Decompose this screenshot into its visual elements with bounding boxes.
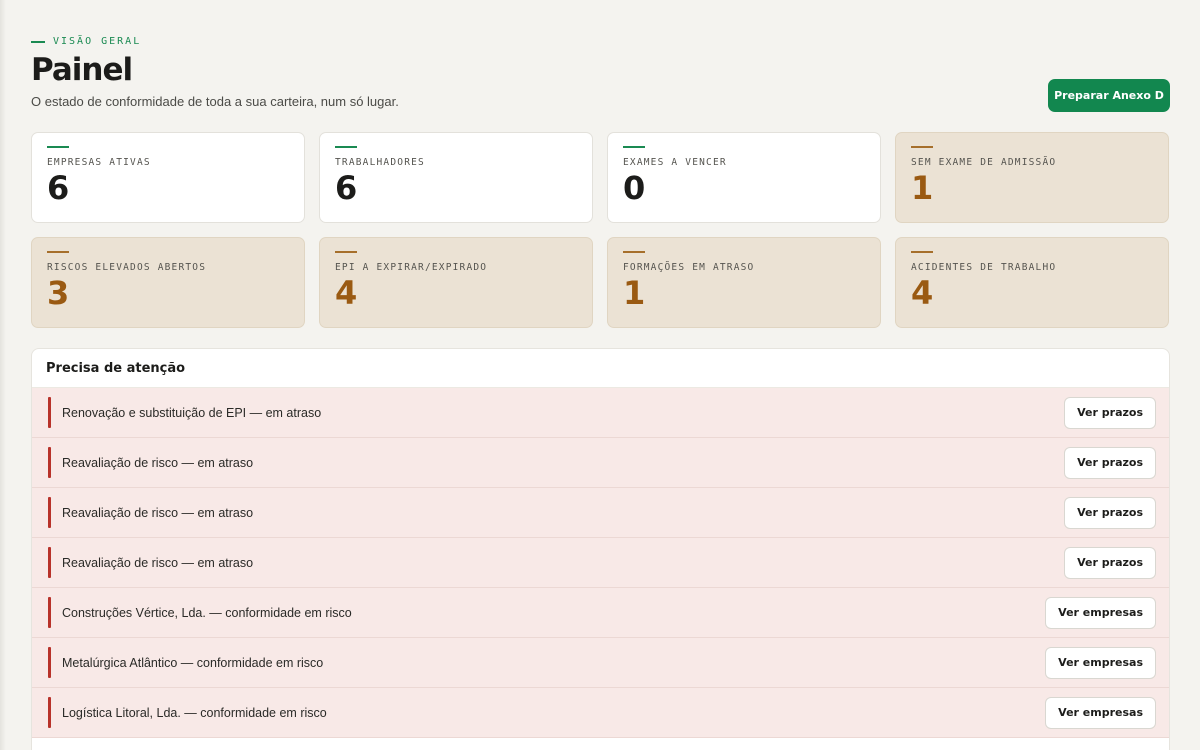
attention-item: Reavaliação de risco — em atraso Ver pra… [32,488,1169,538]
attention-item-content: Reavaliação de risco — em atraso [48,497,253,528]
stat-card-high-risks: RISCOS ELEVADOS ABERTOS 3 [31,237,305,328]
stat-card-workers: TRABALHADORES 6 [319,132,593,223]
attention-item-content: Renovação e substituição de EPI — em atr… [48,397,321,428]
stat-card-active-companies: EMPRESAS ATIVAS 6 [31,132,305,223]
stat-value: 1 [911,169,934,207]
stat-card-ppe-expiring: EPI A EXPIRAR/EXPIRADO 4 [319,237,593,328]
attention-item-content: Metalúrgica Atlântico — conformidade em … [48,647,323,678]
view-deadlines-button[interactable]: Ver prazos [1064,546,1156,579]
window-edge [0,0,6,750]
stat-value: 0 [623,169,646,207]
alert-bar [48,597,51,628]
attention-item: Metalúrgica Atlântico — conformidade em … [32,638,1169,688]
stat-accent-line [335,251,357,253]
stat-value: 6 [47,169,70,207]
stat-value: 4 [335,274,358,312]
stat-card-work-accidents: ACIDENTES DE TRABALHO 4 [895,237,1169,328]
stat-label: EMPRESAS ATIVAS [47,157,151,168]
view-companies-button[interactable]: Ver empresas [1045,596,1156,629]
alert-bar [48,447,51,478]
page-title: Painel [31,52,133,88]
attention-item-content: Logística Litoral, Lda. — conformidade e… [48,697,327,728]
attention-item-text: Reavaliação de risco — em atraso [62,505,254,520]
attention-title: Precisa de atenção [32,349,1169,388]
attention-item: Logística Litoral, Lda. — conformidade e… [32,688,1169,738]
alert-bar [48,397,51,428]
page-subtitle: O estado de conformidade de toda a sua c… [31,94,399,109]
attention-item: Renovação e substituição de EPI — em atr… [32,388,1169,438]
stat-label: EXAMES A VENCER [623,157,727,168]
stats-grid: EMPRESAS ATIVAS 6 TRABALHADORES 6 EXAMES… [31,132,1170,328]
view-deadlines-button[interactable]: Ver prazos [1064,496,1156,529]
stat-value: 3 [47,274,70,312]
alert-bar [48,497,51,528]
attention-item: Construções Vértice, Lda. — conformidade… [32,588,1169,638]
stat-accent-line [623,146,645,148]
prepare-annex-d-button[interactable]: Preparar Anexo D [1048,79,1170,112]
attention-item: Reavaliação de risco — em atraso Ver pra… [32,538,1169,588]
view-deadlines-button[interactable]: Ver prazos [1064,446,1156,479]
section-eyebrow: VISÃO GERAL [31,36,141,47]
alert-bar [48,647,51,678]
attention-item-content: Reavaliação de risco — em atraso [48,447,253,478]
stat-accent-line [911,146,933,148]
stat-label: EPI A EXPIRAR/EXPIRADO [335,262,488,273]
attention-item-text: Metalúrgica Atlântico — conformidade em … [62,655,324,670]
stat-card-exams-due: EXAMES A VENCER 0 [607,132,881,223]
stat-accent-line [335,146,357,148]
stat-accent-line [47,251,69,253]
stat-label: TRABALHADORES [335,157,425,168]
stat-card-no-admission-exam: SEM EXAME DE ADMISSÃO 1 [895,132,1169,223]
attention-panel: Precisa de atenção Renovação e substitui… [31,348,1170,750]
stat-label: FORMAÇÕES EM ATRASO [623,262,755,273]
stat-label: SEM EXAME DE ADMISSÃO [911,157,1057,168]
view-deadlines-button[interactable]: Ver prazos [1064,396,1156,429]
stat-card-overdue-training: FORMAÇÕES EM ATRASO 1 [607,237,881,328]
alert-bar [48,547,51,578]
stat-accent-line [623,251,645,253]
stat-value: 1 [623,274,646,312]
attention-item-text: Logística Litoral, Lda. — conformidade e… [62,705,327,720]
attention-item: Reavaliação de risco — em atraso Ver pra… [32,438,1169,488]
stat-accent-line [47,146,69,148]
stat-value: 4 [911,274,934,312]
attention-item-content: Reavaliação de risco — em atraso [48,547,253,578]
attention-item-content: Construções Vértice, Lda. — conformidade… [48,597,352,628]
attention-item-text: Reavaliação de risco — em atraso [62,455,254,470]
attention-item-text: Reavaliação de risco — em atraso [62,555,254,570]
attention-item-text: Construções Vértice, Lda. — conformidade… [62,605,352,620]
stat-label: ACIDENTES DE TRABALHO [911,262,1057,273]
stat-label: RISCOS ELEVADOS ABERTOS [47,262,207,273]
view-companies-button[interactable]: Ver empresas [1045,696,1156,729]
view-companies-button[interactable]: Ver empresas [1045,646,1156,679]
eyebrow-line [31,40,45,43]
attention-item-text: Renovação e substituição de EPI — em atr… [62,405,322,420]
eyebrow-text: VISÃO GERAL [53,36,142,47]
alert-bar [48,697,51,728]
stat-value: 6 [335,169,358,207]
stat-accent-line [911,251,933,253]
